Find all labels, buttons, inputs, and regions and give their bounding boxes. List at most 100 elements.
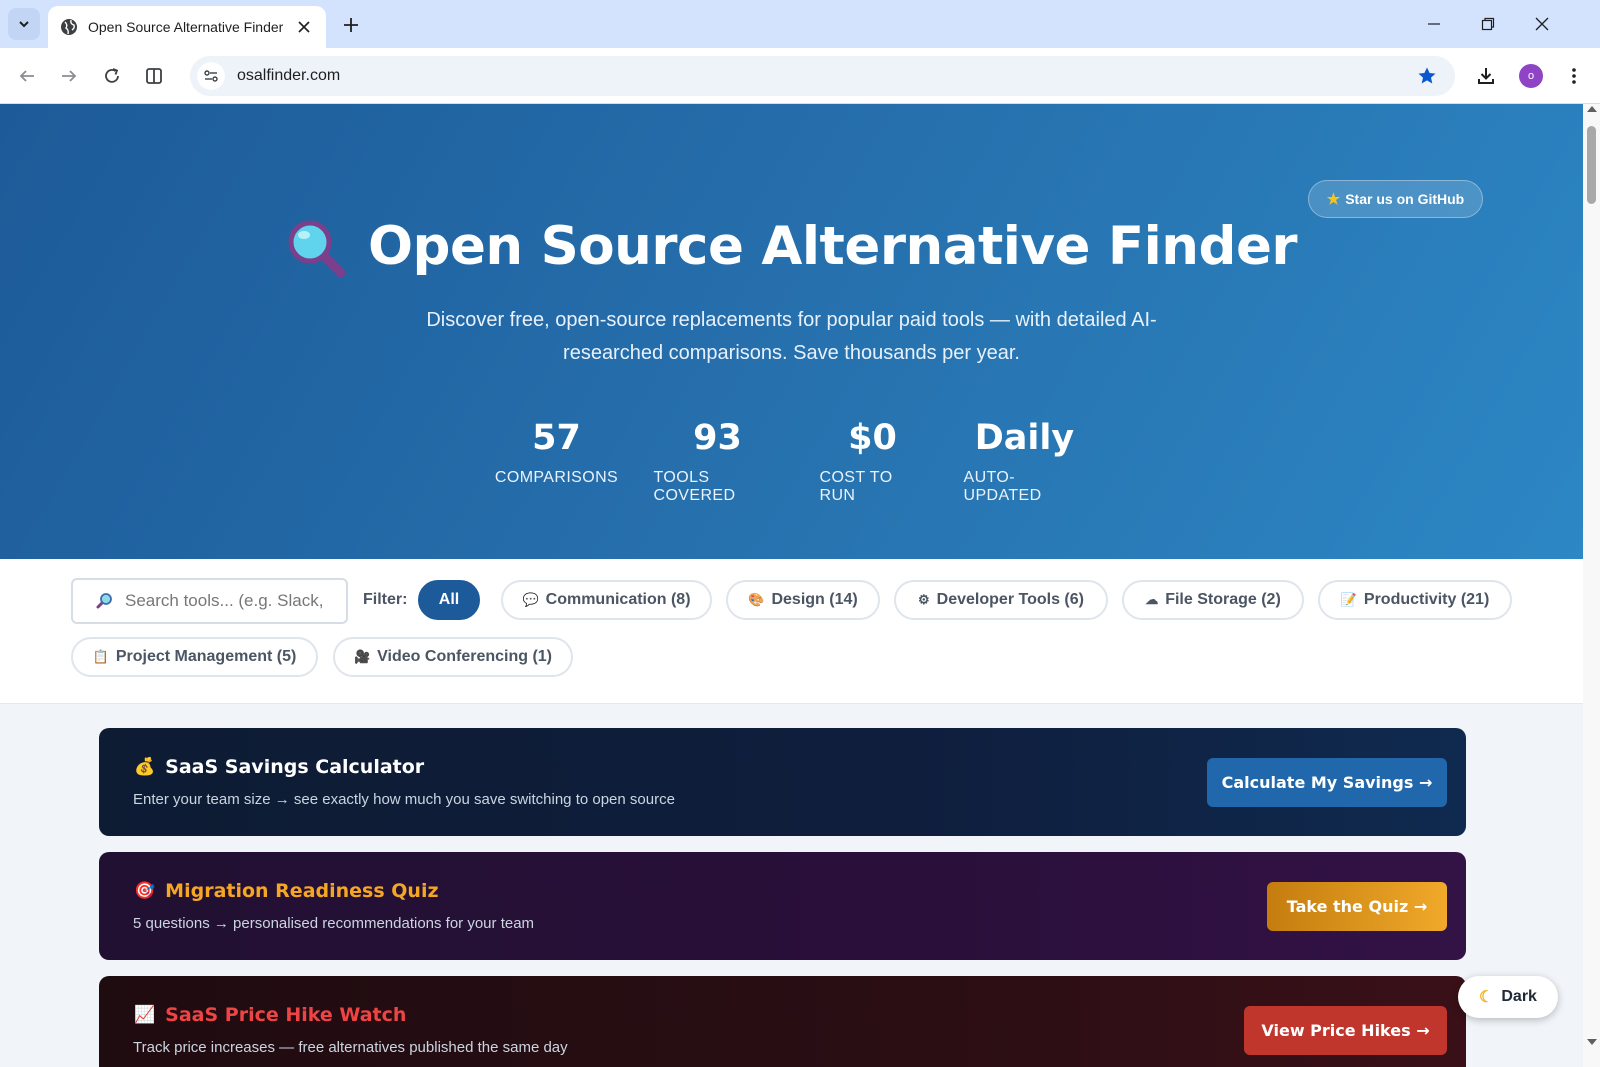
reload-icon xyxy=(105,68,119,83)
chip-label: Communication (8) xyxy=(545,591,691,608)
hero-title-row: Open Source Alternative Finder xyxy=(0,212,1583,280)
stat-value: 57 xyxy=(532,418,581,458)
target-icon: 🎯 xyxy=(134,881,156,901)
chip-label: Productivity (21) xyxy=(1363,591,1490,608)
filter-chip-developer-tools[interactable]: ⚙ Developer Tools (6) xyxy=(894,580,1108,620)
dark-toggle-label: Dark xyxy=(1501,988,1537,1005)
card-title: 📈 SaaS Price Hike Watch xyxy=(134,1004,406,1026)
stat-cost-to-run: $0 COST TO RUN xyxy=(820,416,926,505)
forward-button[interactable] xyxy=(53,60,85,92)
money-bag-icon: 💰 xyxy=(134,757,156,777)
page-scrollbar[interactable] xyxy=(1583,104,1600,1067)
globe-icon xyxy=(60,18,78,36)
page-title: Open Source Alternative Finder xyxy=(367,215,1298,277)
card-description: Track price increases — free alternative… xyxy=(133,1039,568,1056)
magnifying-glass-icon xyxy=(288,220,346,278)
close-window-button[interactable] xyxy=(1522,10,1562,38)
chip-label: All xyxy=(438,591,460,608)
gear-icon: ⚙ xyxy=(918,592,930,607)
filter-chip-video-conferencing[interactable]: 🎥 Video Conferencing (1) xyxy=(333,637,573,677)
stat-tools-covered: 93 TOOLS COVERED xyxy=(654,416,782,505)
scroll-down-arrow-icon[interactable] xyxy=(1587,1039,1597,1045)
card-description: 5 questions → personalised recommendatio… xyxy=(133,915,535,932)
stats-row: 57 COMPARISONS 93 TOOLS COVERED $0 COST … xyxy=(0,416,1583,505)
profile-avatar[interactable]: o xyxy=(1519,64,1543,88)
migration-quiz-card: 🎯 Migration Readiness Quiz 5 questions →… xyxy=(99,852,1466,960)
bookmark-star-icon[interactable] xyxy=(1409,58,1445,94)
chip-label: Video Conferencing (1) xyxy=(377,648,553,665)
address-bar[interactable]: osalfinder.com xyxy=(190,56,1455,96)
card-title-text: Migration Readiness Quiz xyxy=(165,880,439,902)
filter-chip-all[interactable]: All xyxy=(418,580,480,620)
dark-mode-toggle[interactable]: ☾ Dark xyxy=(1458,976,1558,1018)
close-icon xyxy=(1535,17,1549,31)
stat-label: AUTO-UPDATED xyxy=(963,469,1042,504)
take-quiz-button[interactable]: Take the Quiz → xyxy=(1267,882,1447,931)
filter-chip-design[interactable]: 🎨 Design (14) xyxy=(726,580,880,620)
github-label: Star us on GitHub xyxy=(1345,191,1465,207)
split-view-button[interactable] xyxy=(138,60,170,92)
speech-bubble-icon: 💬 xyxy=(522,592,539,607)
chip-label: Developer Tools (6) xyxy=(936,591,1084,608)
chip-label: Design (14) xyxy=(771,591,858,608)
minimize-button[interactable] xyxy=(1414,10,1454,38)
active-tab[interactable]: Open Source Alternative Finder xyxy=(48,6,326,48)
memo-icon: 📝 xyxy=(1340,592,1357,607)
card-description: Enter your team size → see exactly how m… xyxy=(133,791,675,808)
tab-search-button[interactable] xyxy=(8,8,40,40)
scrollbar-thumb[interactable] xyxy=(1587,126,1596,204)
back-button[interactable] xyxy=(11,60,43,92)
search-box[interactable] xyxy=(71,578,348,624)
chart-increasing-icon: 📈 xyxy=(134,1005,156,1025)
site-info-icon[interactable] xyxy=(197,62,225,90)
clipboard-icon: 📋 xyxy=(92,649,109,664)
filter-chip-project-management[interactable]: 📋 Project Management (5) xyxy=(71,637,318,677)
stat-value: 93 xyxy=(693,418,742,458)
filter-chip-file-storage[interactable]: ☁ File Storage (2) xyxy=(1122,580,1304,620)
browser-menu-button[interactable] xyxy=(1558,60,1590,92)
close-tab-icon[interactable] xyxy=(294,17,314,37)
stat-label: COST TO RUN xyxy=(819,469,893,504)
view-price-hikes-button[interactable]: View Price Hikes → xyxy=(1244,1006,1447,1055)
calculate-savings-button[interactable]: Calculate My Savings → xyxy=(1207,758,1447,807)
filter-label: Filter: xyxy=(363,591,408,608)
url-text[interactable]: osalfinder.com xyxy=(237,67,1409,85)
stat-label: COMPARISONS xyxy=(494,469,619,486)
filter-chip-communication[interactable]: 💬 Communication (8) xyxy=(501,580,712,620)
tab-title: Open Source Alternative Finder xyxy=(88,19,284,35)
price-hike-watch-card: 📈 SaaS Price Hike Watch Track price incr… xyxy=(99,976,1466,1067)
card-title: 💰 SaaS Savings Calculator xyxy=(134,756,424,778)
page-viewport: ★ Star us on GitHub Open Source Alternat… xyxy=(0,104,1583,1067)
arrow-left-icon xyxy=(19,70,34,82)
restore-icon xyxy=(1481,17,1495,31)
search-icon xyxy=(96,593,112,609)
restore-button[interactable] xyxy=(1468,10,1508,38)
reload-button[interactable] xyxy=(96,60,128,92)
search-input[interactable] xyxy=(125,591,325,611)
plus-icon xyxy=(344,18,358,32)
stat-value: Daily xyxy=(974,418,1075,458)
scroll-up-arrow-icon[interactable] xyxy=(1587,106,1597,112)
browser-toolbar: osalfinder.com o xyxy=(0,48,1600,104)
arrow-right-icon xyxy=(62,70,77,82)
star-icon: ★ xyxy=(1326,191,1341,208)
split-view-icon xyxy=(146,68,162,84)
stat-label: TOOLS COVERED xyxy=(653,469,736,504)
stat-value: $0 xyxy=(848,418,897,458)
downloads-button[interactable] xyxy=(1470,60,1502,92)
new-tab-button[interactable] xyxy=(338,12,364,38)
card-title: 🎯 Migration Readiness Quiz xyxy=(134,880,439,902)
hero-subtitle: Discover free, open-source replacements … xyxy=(426,309,1157,364)
chevron-down-icon xyxy=(19,21,29,28)
filter-chip-productivity[interactable]: 📝 Productivity (21) xyxy=(1318,580,1512,620)
chip-label: Project Management (5) xyxy=(115,648,297,665)
moon-icon: ☾ xyxy=(1479,989,1494,1006)
more-vertical-icon xyxy=(1572,68,1576,84)
download-icon xyxy=(1478,68,1494,84)
cloud-icon: ☁ xyxy=(1145,592,1159,607)
chip-label: File Storage (2) xyxy=(1165,591,1281,608)
savings-calculator-card: 💰 SaaS Savings Calculator Enter your tea… xyxy=(99,728,1466,836)
stat-comparisons: 57 COMPARISONS xyxy=(494,416,619,505)
palette-icon: 🎨 xyxy=(748,592,765,607)
filter-bar: Filter: All 💬 Communication (8) 🎨 Design… xyxy=(0,559,1583,704)
